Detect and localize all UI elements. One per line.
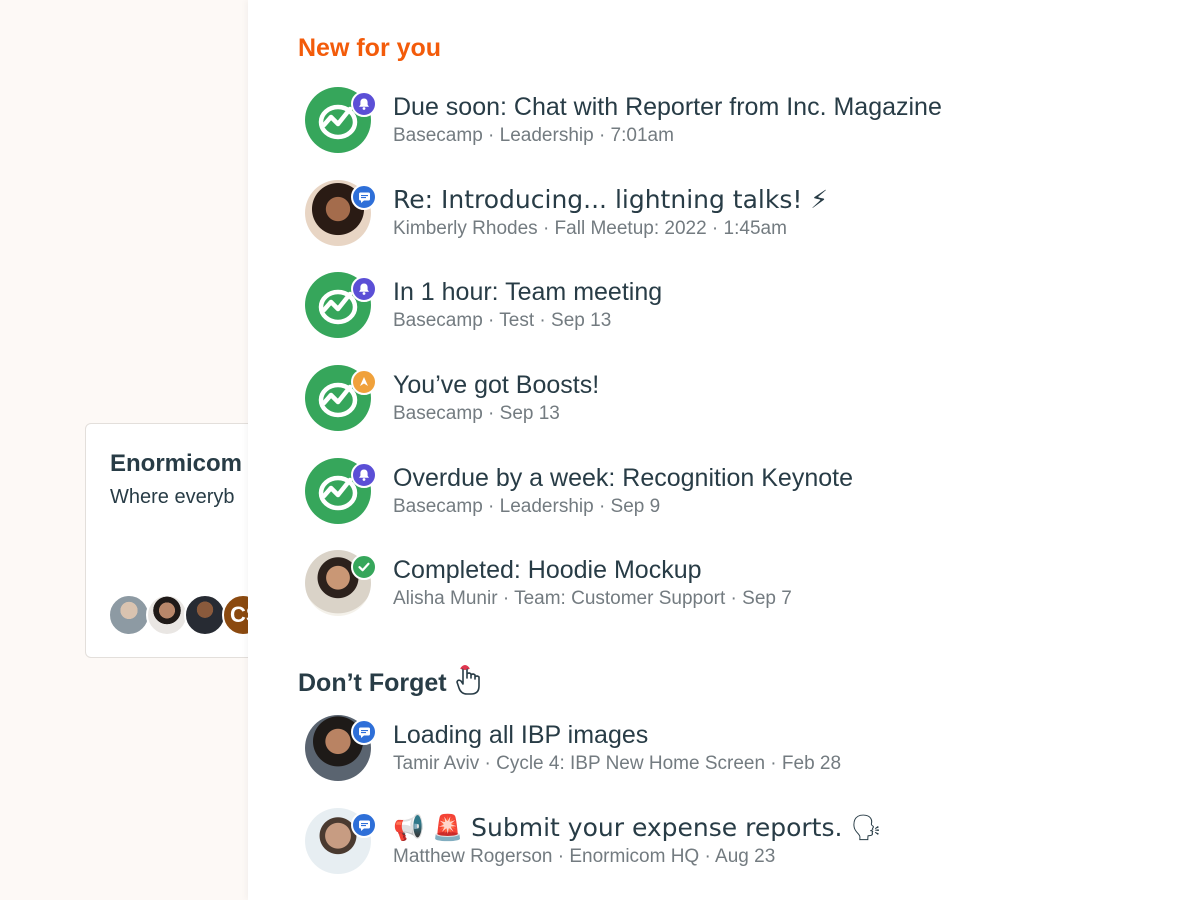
notification-item[interactable]: Due soon: Chat with Reporter from Inc. M… <box>305 87 1105 157</box>
section-title-text: Don’t Forget <box>298 669 447 697</box>
notification-meta: Basecamp · Leadership · Sep 9 <box>393 496 661 517</box>
section-title-dont-forget: Don’t Forget <box>298 664 483 703</box>
notification-item[interactable]: Re: Introducing... lightning talks! ⚡ Ki… <box>305 180 1105 250</box>
notifications-panel: New for you Due soon: Chat with Reporter… <box>248 0 1200 900</box>
notification-meta: Kimberly Rhodes · Fall Meetup: 2022 · 1:… <box>393 218 787 239</box>
notification-item[interactable]: Loading all IBP images Tamir Aviv · Cycl… <box>305 715 1105 785</box>
notification-meta: Tamir Aviv · Cycle 4: IBP New Home Scree… <box>393 753 842 774</box>
notification-title: Re: Introducing... lightning talks! ⚡ <box>393 185 828 214</box>
notification-title: Completed: Hoodie Mockup <box>393 556 702 584</box>
bell-icon <box>351 276 377 302</box>
project-card-avatars: CS <box>108 594 264 636</box>
notification-item[interactable]: Completed: Hoodie Mockup Alisha Munir · … <box>305 550 1105 620</box>
avatar <box>108 594 150 636</box>
notification-item[interactable]: In 1 hour: Team meeting Basecamp · Test … <box>305 272 1105 342</box>
notification-item[interactable]: You’ve got Boosts! Basecamp · Sep 13 <box>305 365 1105 435</box>
notification-title: 📢 🚨 Submit your expense reports. 🗣 <box>393 813 883 842</box>
notification-item[interactable]: 📢 🚨 Submit your expense reports. 🗣 Matth… <box>305 808 1105 878</box>
boost-icon <box>351 369 377 395</box>
notification-meta: Basecamp · Test · Sep 13 <box>393 310 612 331</box>
section-title-new-for-you: New for you <box>298 34 442 62</box>
notification-meta: Matthew Rogerson · Enormicom HQ · Aug 23 <box>393 846 776 867</box>
notification-meta: Basecamp · Leadership · 7:01am <box>393 125 674 146</box>
message-icon <box>351 184 377 210</box>
message-icon <box>351 719 377 745</box>
message-icon <box>351 812 377 838</box>
bell-icon <box>351 462 377 488</box>
notification-title: Due soon: Chat with Reporter from Inc. M… <box>393 93 942 121</box>
notification-title: Overdue by a week: Recognition Keynote <box>393 464 853 492</box>
bell-icon <box>351 91 377 117</box>
avatar <box>184 594 226 636</box>
notification-meta: Alisha Munir · Team: Customer Support · … <box>393 588 792 609</box>
finger-ribbon-icon <box>453 664 483 703</box>
notification-title: In 1 hour: Team meeting <box>393 278 663 306</box>
avatar <box>146 594 188 636</box>
notification-item[interactable]: Overdue by a week: Recognition Keynote B… <box>305 458 1105 528</box>
check-icon <box>351 554 377 580</box>
notification-meta: Basecamp · Sep 13 <box>393 403 560 424</box>
notification-title: You’ve got Boosts! <box>393 371 600 399</box>
notification-title: Loading all IBP images <box>393 721 649 749</box>
